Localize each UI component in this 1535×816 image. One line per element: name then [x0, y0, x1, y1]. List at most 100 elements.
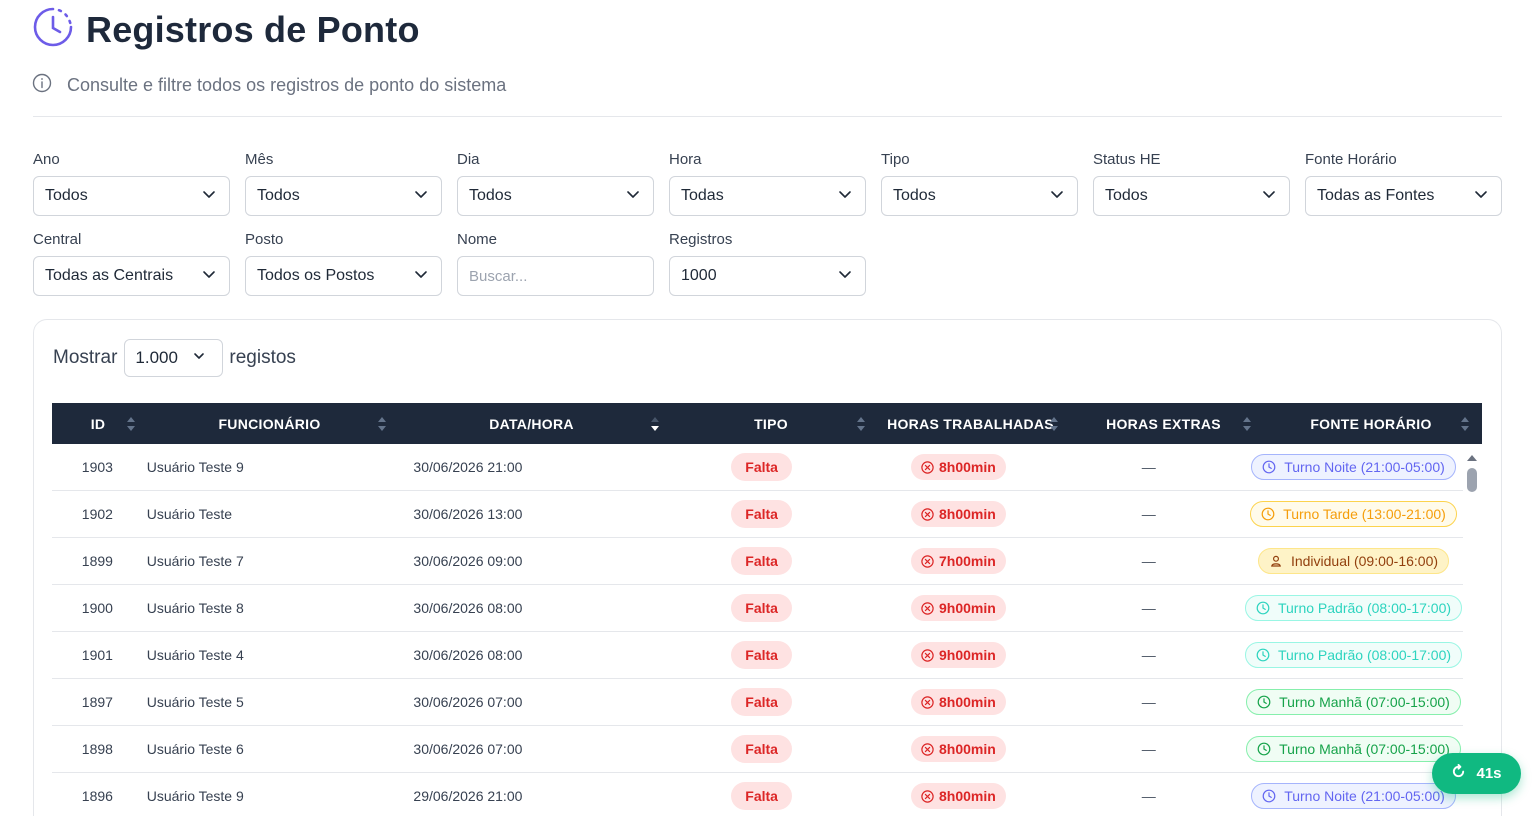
cell-id: 1900 [81, 600, 113, 616]
page-size-select[interactable]: 1.000 [124, 339, 224, 377]
column-header-label: TIPO [754, 415, 788, 432]
cell-data-hora: 30/06/2026 07:00 [413, 694, 523, 710]
filter-label: Dia [457, 151, 480, 168]
select-value: Todos [257, 187, 300, 204]
column-header-id[interactable]: ID [52, 403, 144, 444]
filter-label: Tipo [881, 151, 910, 168]
filter-label: Nome [457, 231, 498, 248]
table-row[interactable]: 1901 Usuário Teste 4 30/06/2026 08:00 Falta… [52, 632, 1463, 679]
scroll-up-icon[interactable] [1465, 452, 1479, 462]
hours-value: 8h00min [939, 788, 996, 804]
fonte-label: Turno Manhã (07:00-15:00) [1279, 694, 1450, 710]
table-row[interactable]: 1899 Usuário Teste 7 30/06/2026 09:00 Falta… [52, 538, 1463, 585]
dia-select[interactable]: Todos [457, 176, 654, 216]
fonte-label: Individual (09:00-16:00) [1290, 553, 1439, 569]
table-row[interactable]: 1903 Usuário Teste 9 30/06/2026 21:00 Falta… [52, 444, 1463, 491]
status-he-select[interactable]: Todos [1093, 176, 1290, 216]
cell-data-hora: 29/06/2026 21:00 [413, 788, 523, 804]
extras-value: — [1141, 506, 1156, 522]
cell-tipo: Falta [660, 773, 863, 816]
ano-select[interactable]: Todos [33, 176, 230, 216]
hours-badge: 8h00min [911, 783, 1006, 809]
sort-icon [1242, 414, 1252, 434]
hora-select[interactable]: Todas [669, 176, 866, 216]
cell-horas-extras: — [1054, 726, 1244, 772]
central-select[interactable]: Todas as Centrais [33, 256, 230, 296]
fonte-label: Turno Manhã (07:00-15:00) [1279, 741, 1450, 757]
cell-id: 1902 [81, 506, 113, 522]
mes-select[interactable]: Todos [245, 176, 442, 216]
extras-value: — [1141, 788, 1156, 804]
hours-badge: 8h00min [911, 736, 1006, 762]
table-row[interactable]: 1897 Usuário Teste 5 30/06/2026 07:00 Falta… [52, 679, 1463, 726]
sort-icon [377, 414, 387, 434]
show-label: Mostrar [53, 347, 118, 368]
scroll-thumb[interactable] [1467, 468, 1477, 492]
cell-id: 1897 [81, 694, 113, 710]
cell-horas-extras: — [1054, 491, 1244, 537]
fonte-label: Turno Noite (21:00-05:00) [1284, 459, 1445, 475]
registros-select[interactable]: 1000 [669, 256, 866, 296]
hours-value: 8h00min [939, 694, 996, 710]
clock-icon [1262, 460, 1284, 474]
chevron-down-icon [413, 266, 429, 287]
column-header-data-hora[interactable]: DATA/HORA [395, 403, 668, 444]
x-circle-icon [921, 507, 939, 521]
filter-label: Central [33, 231, 82, 248]
cell-horas-trabalhadas: 8h00min [863, 726, 1053, 772]
clock-icon [1256, 601, 1278, 615]
hours-value: 9h00min [939, 647, 996, 663]
x-circle-icon [921, 601, 939, 615]
clock-icon [1261, 507, 1283, 521]
fonte-horario-select[interactable]: Todas as Fontes [1305, 176, 1502, 216]
cell-horas-extras: — [1054, 632, 1244, 678]
table-body: 1903 Usuário Teste 9 30/06/2026 21:00 Falta… [52, 444, 1482, 816]
tipo-select[interactable]: Todos [881, 176, 1078, 216]
filter-fonte-horario: Fonte Horário Todas as Fontes [1305, 150, 1502, 216]
chevron-down-icon [201, 266, 217, 287]
header-divider [33, 116, 1502, 117]
column-header-fonte-horario[interactable]: FONTE HORÁRIO [1260, 403, 1482, 444]
filter-dia: Dia Todos [457, 150, 654, 216]
select-value: Todos os Postos [257, 267, 375, 284]
column-header-tipo[interactable]: TIPO [668, 403, 874, 444]
hours-value: 8h00min [939, 741, 996, 757]
tipo-badge: Falta [731, 688, 792, 716]
column-header-label: FUNCIONÁRIO [218, 415, 321, 432]
cell-horas-trabalhadas: 8h00min [863, 679, 1053, 725]
cell-tipo: Falta [660, 585, 863, 631]
hours-badge: 8h00min [911, 501, 1006, 527]
table-row[interactable]: 1896 Usuário Teste 9 29/06/2026 21:00 Falta… [52, 773, 1463, 816]
table-row[interactable]: 1898 Usuário Teste 6 30/06/2026 07:00 Falta… [52, 726, 1463, 773]
cell-fonte-horario: Turno Manhã (07:00-15:00) [1244, 726, 1463, 772]
cell-horas-extras: — [1054, 444, 1244, 490]
select-value: Todos [469, 187, 512, 204]
tipo-badge: Falta [731, 547, 792, 575]
table-row[interactable]: 1902 Usuário Teste 30/06/2026 13:00 Falta 8h… [52, 491, 1463, 538]
cell-fonte-horario: Individual (09:00-16:00) [1244, 538, 1463, 584]
cell-id: 1896 [81, 788, 113, 804]
column-header-horas-extras[interactable]: HORAS EXTRAS [1067, 403, 1260, 444]
extras-value: — [1141, 741, 1156, 757]
cell-horas-trabalhadas: 9h00min [863, 585, 1053, 631]
extras-value: — [1141, 553, 1156, 569]
records-table: ID FUNCIONÁRIO DATA/HORA TIPO HORAS TRABALHA… [52, 403, 1482, 816]
page-subtitle: Consulte e filtre todos os registros de … [32, 73, 506, 98]
auto-refresh-button[interactable]: 41s [1432, 753, 1521, 794]
hours-value: 9h00min [939, 600, 996, 616]
cell-tipo: Falta [660, 538, 863, 584]
hours-badge: 8h00min [911, 689, 1006, 715]
tipo-badge: Falta [731, 594, 792, 622]
select-value: Todas as Fontes [1317, 187, 1435, 204]
filter-label: Status HE [1093, 151, 1161, 168]
column-header-funcionario[interactable]: FUNCIONÁRIO [144, 403, 395, 444]
column-header-horas-trabalhadas[interactable]: HORAS TRABALHADAS [874, 403, 1067, 444]
table-row[interactable]: 1900 Usuário Teste 8 30/06/2026 08:00 Falta… [52, 585, 1463, 632]
filter-central: Central Todas as Centrais [33, 230, 230, 296]
chevron-down-icon [192, 348, 206, 368]
posto-select[interactable]: Todos os Postos [245, 256, 442, 296]
records-card: Mostrar 1.000 registos ID FUNCIONÁRIO DATA… [33, 319, 1502, 816]
nome-search-input[interactable] [457, 256, 654, 296]
tipo-badge: Falta [731, 453, 792, 481]
cell-tipo: Falta [660, 632, 863, 678]
